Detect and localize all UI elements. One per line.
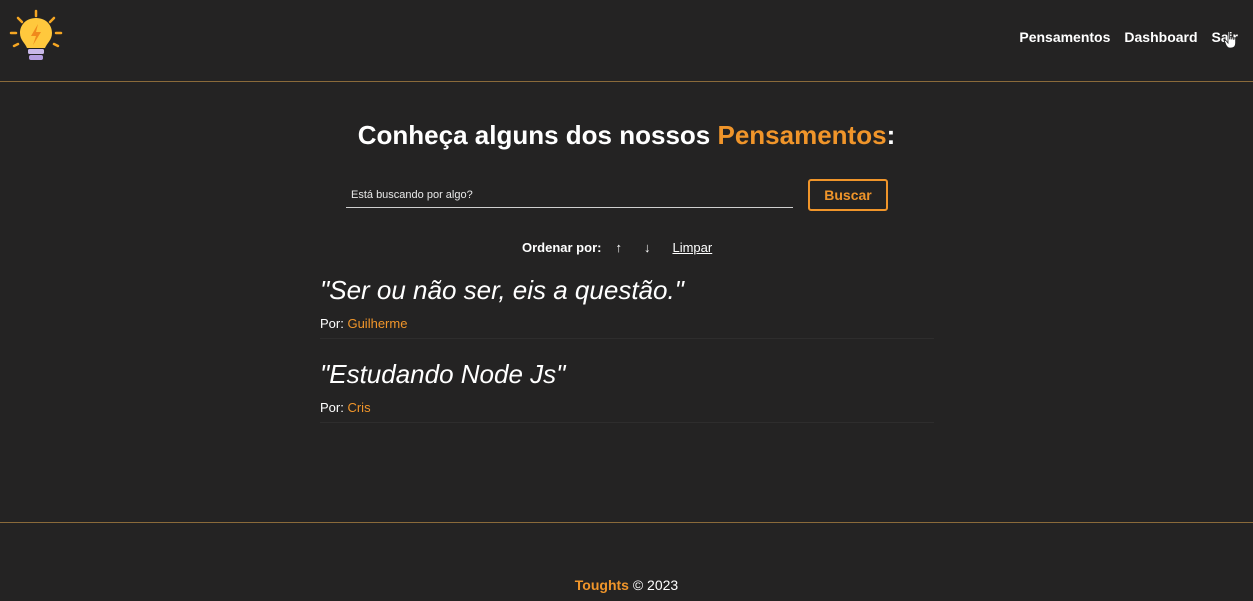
sort-asc-icon[interactable]: ↑ (615, 240, 622, 255)
order-bar: Ordenar por: ↑ ↓ Limpar (522, 240, 712, 255)
search-button[interactable]: Buscar (808, 179, 888, 211)
search-input[interactable] (346, 183, 793, 208)
footer-copyright: © 2023 (628, 577, 679, 593)
search-form: Buscar (346, 179, 888, 211)
nav-link-dashboard[interactable]: Dashboard (1124, 29, 1197, 45)
clear-order-link[interactable]: Limpar (672, 240, 712, 255)
author-label: Por: (320, 400, 348, 415)
author-label: Por: (320, 316, 348, 331)
page-title-prefix: Conheça alguns dos nossos (357, 120, 718, 150)
thought-quote: "Estudando Node Js" (320, 359, 566, 389)
footer: Toughts © 2023 (0, 577, 1253, 593)
thought-author: Por: Cris (320, 400, 934, 415)
author-name: Guilherme (347, 316, 408, 331)
nav-link-pensamentos[interactable]: Pensamentos (1019, 29, 1110, 45)
order-label: Ordenar por: (522, 240, 602, 255)
nav-links: Pensamentos Dashboard Sair (1019, 29, 1238, 45)
thought-author: Por: Guilherme (320, 316, 934, 331)
sort-desc-icon[interactable]: ↓ (644, 240, 651, 255)
thought-quote: "Ser ou não ser, eis a questão." (320, 275, 684, 305)
footer-brand: Toughts (574, 577, 629, 593)
footer-divider (0, 522, 1253, 523)
navbar: Pensamentos Dashboard Sair (0, 0, 1253, 82)
page-title: Conheça alguns dos nossos Pensamentos: (0, 120, 1253, 151)
page-title-suffix: : (886, 120, 896, 150)
page-title-accent: Pensamentos (717, 120, 887, 150)
lightbulb-icon[interactable] (8, 8, 64, 64)
thought-card: "Ser ou não ser, eis a questão." Por: Gu… (320, 272, 934, 339)
thought-card: "Estudando Node Js" Por: Cris (320, 356, 934, 423)
hand-pointer-icon (1224, 31, 1236, 49)
author-name: Cris (347, 400, 371, 415)
